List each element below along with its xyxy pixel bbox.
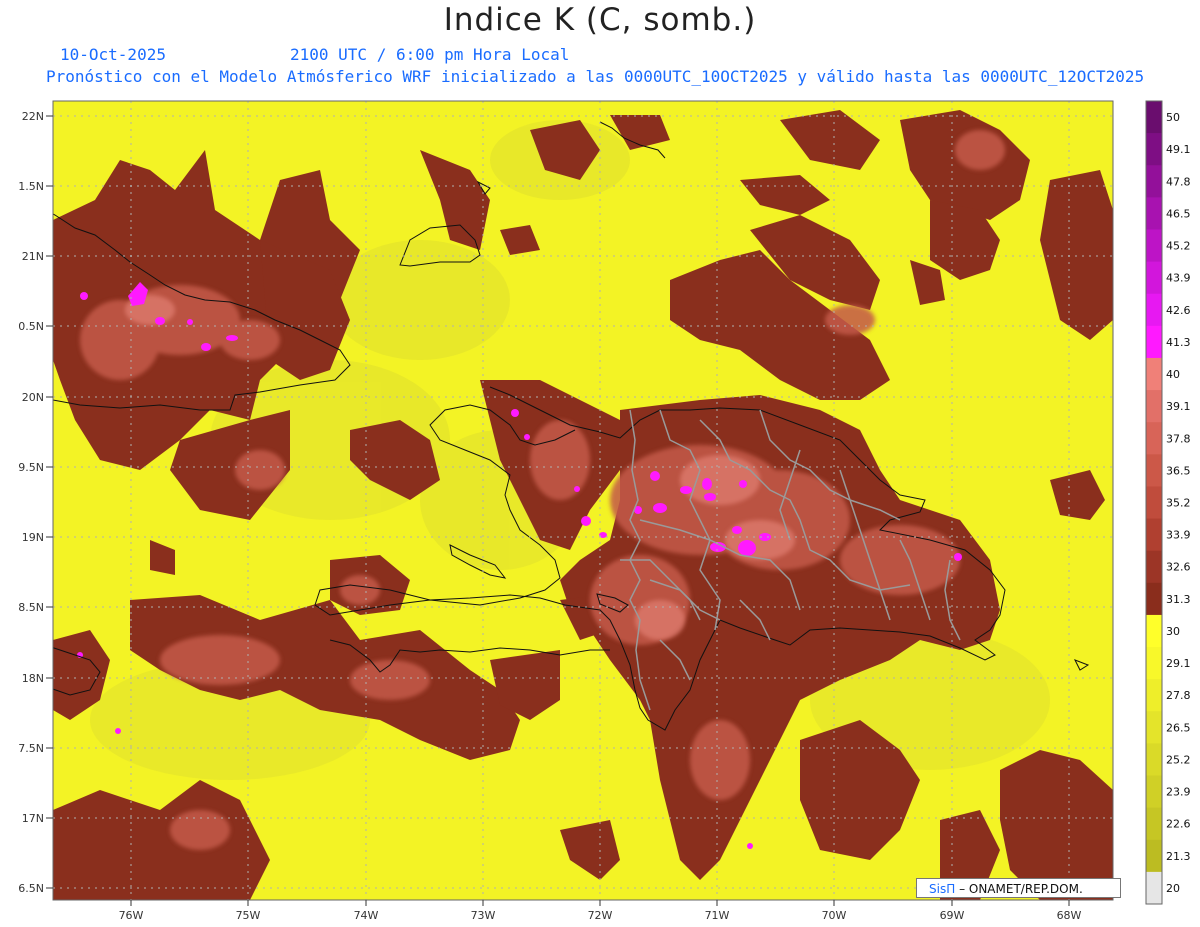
colorbar-label: 25.2 <box>1166 753 1191 766</box>
colorbar-label: 35.2 <box>1166 497 1191 510</box>
colorbar-label: 21.3 <box>1166 850 1191 863</box>
lon-label: 74W <box>354 909 379 922</box>
colorbar-swatch <box>1146 325 1162 359</box>
colorbar-label: 20 <box>1166 882 1180 895</box>
lon-label: 72W <box>588 909 613 922</box>
colorbar-label: 43.9 <box>1166 272 1191 285</box>
longitude-axis: 76W 75W 74W 73W 72W 71W 70W 69W 68W <box>119 900 1082 922</box>
lat-label: 8.5N <box>18 601 44 614</box>
colorbar-label: 26.5 <box>1166 721 1191 734</box>
colorbar-label: 45.2 <box>1166 240 1191 253</box>
lat-label: 1.5N <box>18 180 44 193</box>
lat-label: 7.5N <box>18 742 44 755</box>
colorbar-swatch <box>1146 871 1162 905</box>
colorbar-label: 41.3 <box>1166 336 1191 349</box>
lon-label: 70W <box>822 909 847 922</box>
lon-label: 68W <box>1057 909 1082 922</box>
colorbar-swatch <box>1146 743 1162 777</box>
colorbar-swatch <box>1146 165 1162 198</box>
colorbar-swatch <box>1146 775 1162 809</box>
colorbar-swatch <box>1146 229 1162 263</box>
lat-label: 22N <box>22 110 44 123</box>
colorbar-label: 49.1 <box>1166 143 1191 156</box>
lat-label: 0.5N <box>18 320 44 333</box>
colorbar-swatch <box>1146 293 1162 327</box>
k-index-map: 22N 1.5N 21N 0.5N 20N 9.5N 19N 8.5N 18N … <box>18 100 1191 922</box>
colorbar-swatch <box>1146 679 1162 712</box>
colorbar-swatch <box>1146 582 1162 616</box>
colorbar-label: 47.8 <box>1166 175 1191 188</box>
colorbar-label: 27.8 <box>1166 689 1191 702</box>
colorbar-label: 23.9 <box>1166 786 1191 799</box>
lon-label: 69W <box>940 909 965 922</box>
colorbar-label: 32.6 <box>1166 561 1191 574</box>
colorbar-swatch <box>1146 422 1162 455</box>
colorbar-label: 50 <box>1166 111 1180 124</box>
lat-label: 6.5N <box>18 882 44 895</box>
colorbar-label: 31.3 <box>1166 593 1191 606</box>
lon-label: 76W <box>119 909 144 922</box>
colorbar-swatch <box>1146 486 1162 520</box>
colorbar-swatch <box>1146 839 1162 873</box>
colorbar-swatch <box>1146 550 1162 584</box>
colorbar-label: 30 <box>1166 625 1180 638</box>
colorbar-swatch <box>1146 454 1162 487</box>
lon-label: 75W <box>236 909 261 922</box>
colorbar-swatch <box>1146 101 1162 134</box>
lat-label: 18N <box>22 672 44 685</box>
sistpi-logo: SisΠ <box>929 882 956 896</box>
colorbar-label: 46.5 <box>1166 207 1191 220</box>
lat-label: 17N <box>22 812 44 825</box>
colorbar-swatch <box>1146 261 1162 295</box>
lat-label: 9.5N <box>18 461 44 474</box>
latitude-axis: 22N 1.5N 21N 0.5N 20N 9.5N 19N 8.5N 18N … <box>18 110 53 895</box>
lat-label: 20N <box>22 391 44 404</box>
colorbar-swatch <box>1146 133 1162 166</box>
colorbar-swatch <box>1146 518 1162 552</box>
colorbar-label: 22.6 <box>1166 818 1191 831</box>
colorbar-swatch <box>1146 390 1162 423</box>
lat-label: 19N <box>22 531 44 544</box>
colorbar-label: 29.1 <box>1166 657 1191 670</box>
colorbar-swatch <box>1146 647 1162 680</box>
colorbar-label: 33.9 <box>1166 529 1191 542</box>
colorbar-label: 37.8 <box>1166 432 1191 445</box>
credit-text: – ONAMET/REP.DOM. <box>959 882 1083 896</box>
colorbar-swatch <box>1146 357 1162 391</box>
colorbar-swatch <box>1146 197 1162 230</box>
colorbar-label: 36.5 <box>1166 464 1191 477</box>
lat-label: 21N <box>22 250 44 263</box>
colorbar-swatch <box>1146 711 1162 744</box>
colorbar-label: 40 <box>1166 368 1180 381</box>
lon-label: 71W <box>705 909 730 922</box>
colorbar-label: 39.1 <box>1166 400 1191 413</box>
colorbar: 50 49.1 47.8 46.5 45.2 43.9 42.6 41.3 40 39.1 37.8… <box>1145 100 1191 905</box>
lon-label: 73W <box>471 909 496 922</box>
credit-box: SisΠ – ONAMET/REP.DOM. <box>916 878 1121 898</box>
colorbar-swatch <box>1146 807 1162 841</box>
colorbar-swatch <box>1146 614 1162 648</box>
colorbar-label: 42.6 <box>1166 304 1191 317</box>
